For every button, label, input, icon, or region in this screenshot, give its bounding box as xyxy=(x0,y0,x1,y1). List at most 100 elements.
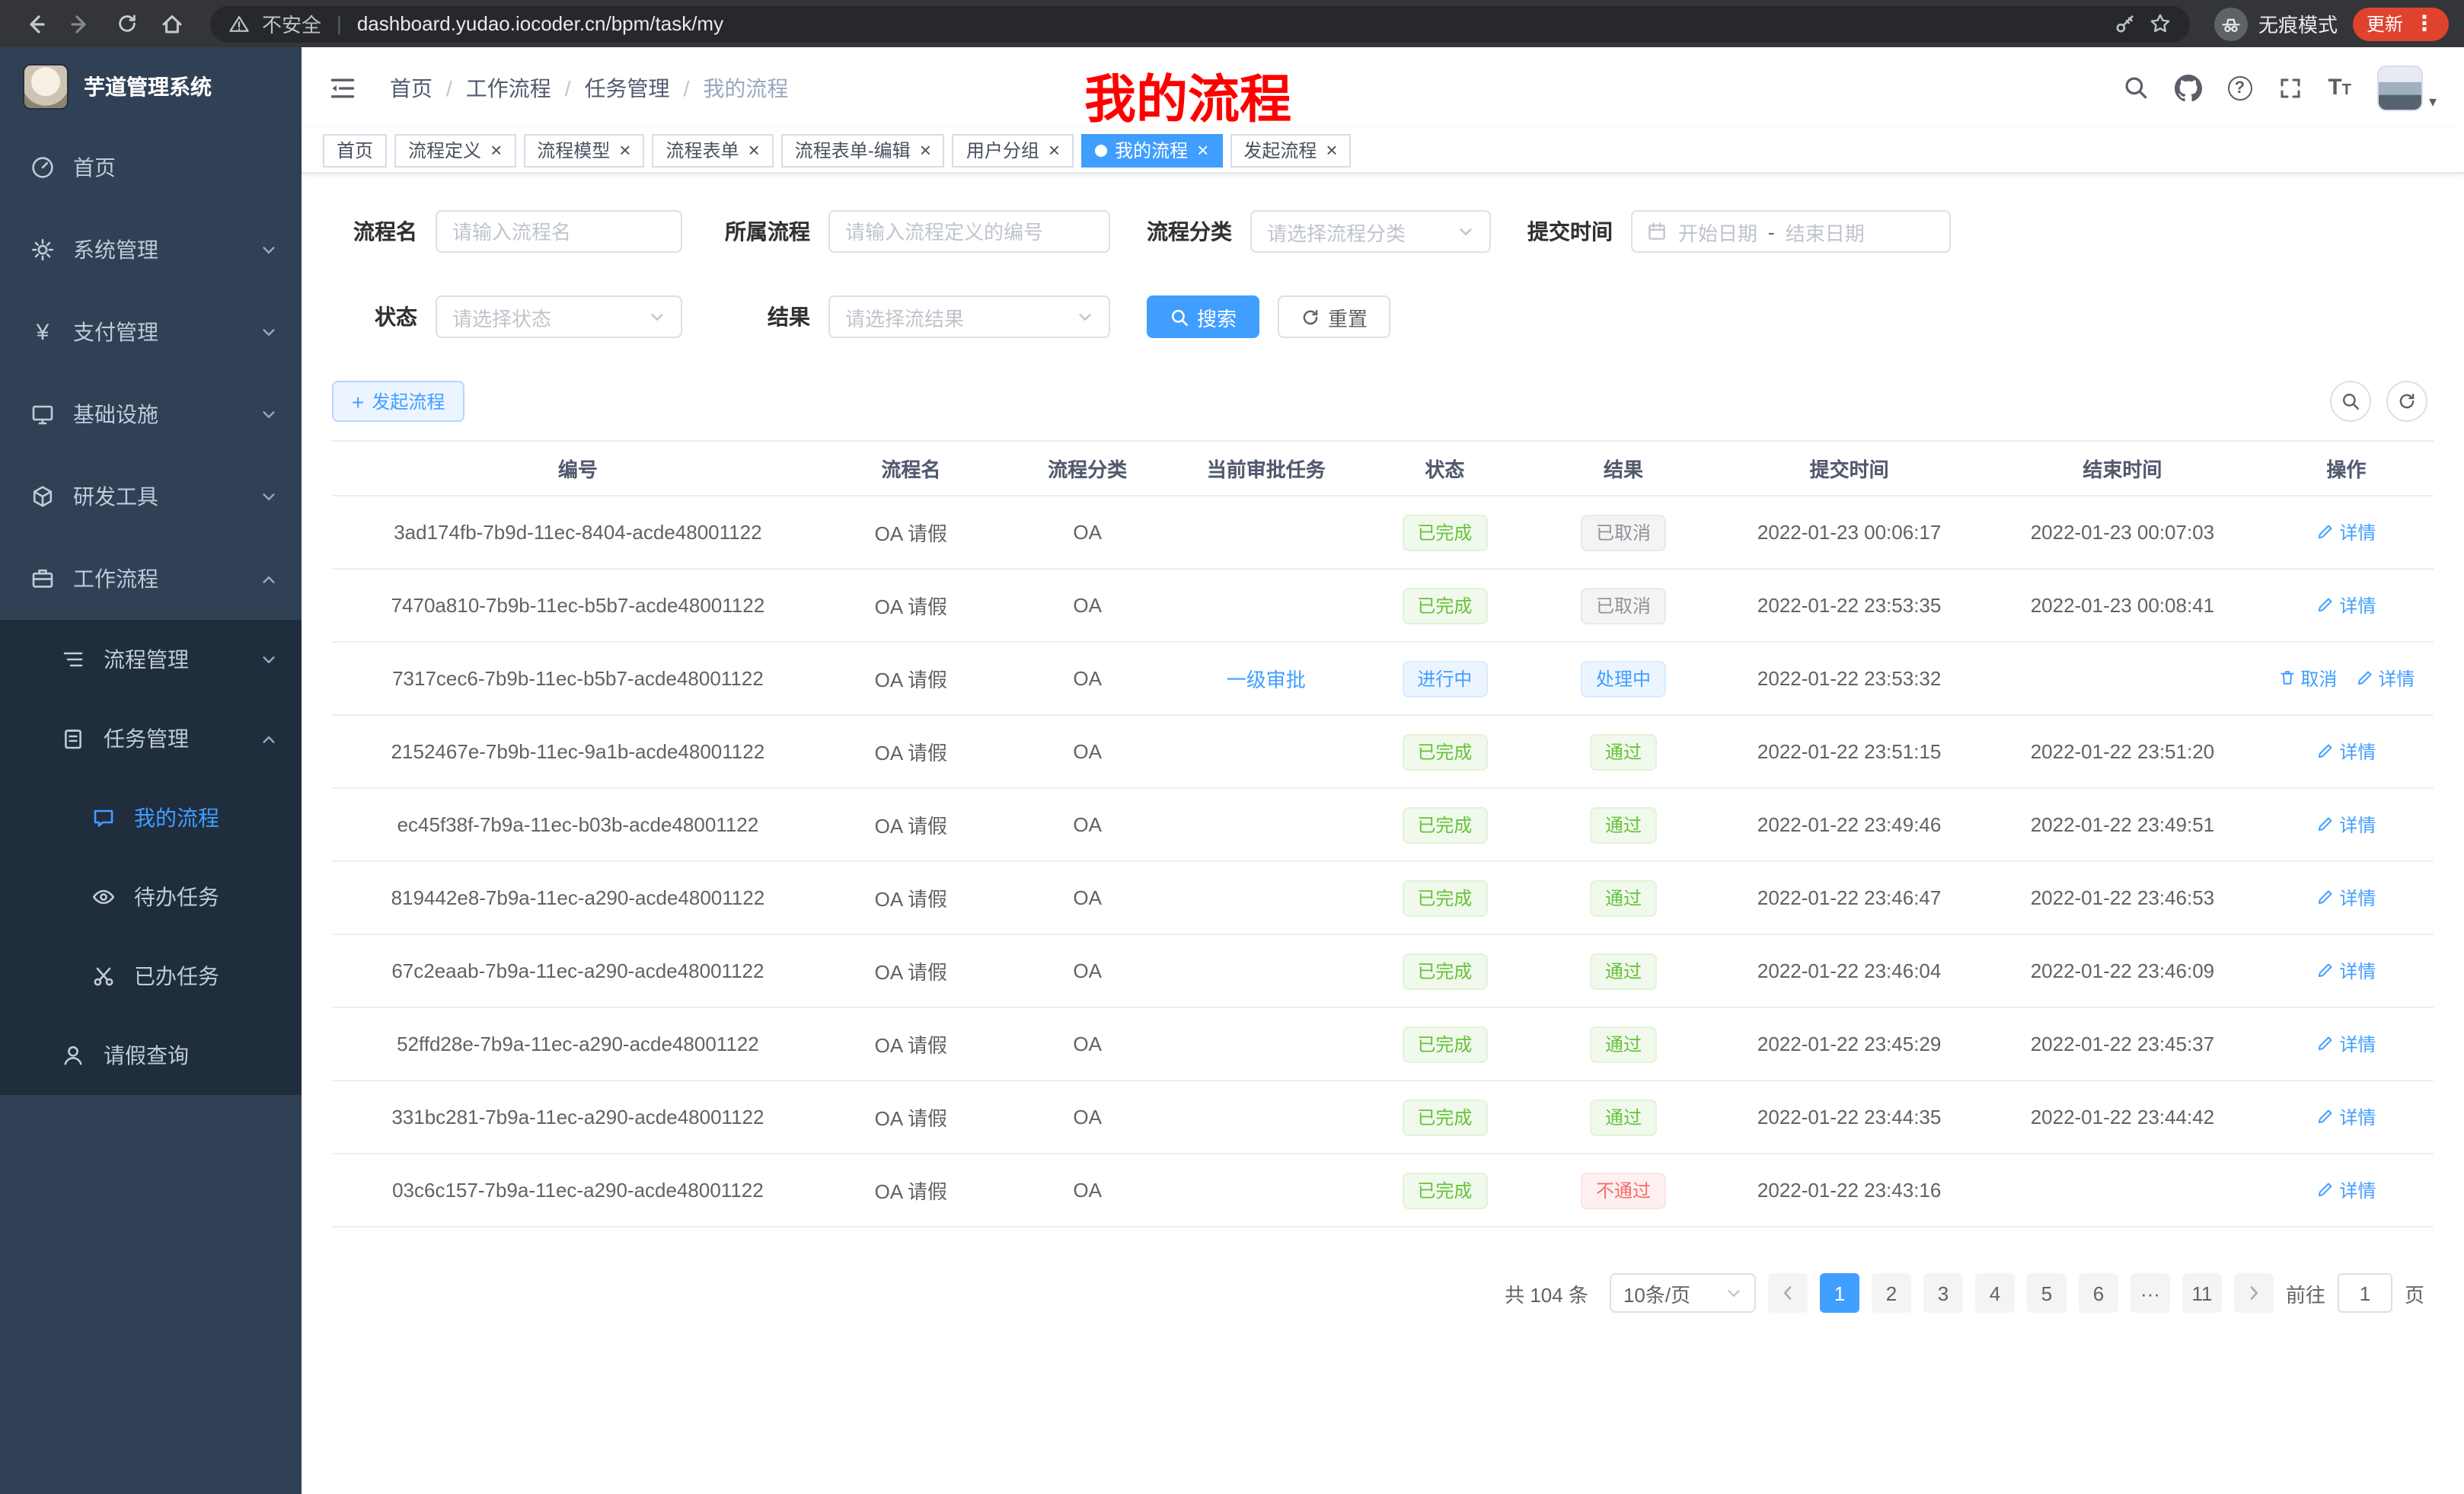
monitor-icon xyxy=(30,402,55,426)
sidebar-item-todo-task[interactable]: 待办任务 xyxy=(0,857,302,937)
table-body: 3ad174fb-7b9d-11ec-8404-acde48001122OA 请… xyxy=(332,496,2434,1227)
process-name-input[interactable] xyxy=(436,210,682,253)
tab-process-form-edit[interactable]: 流程表单-编辑× xyxy=(781,133,945,167)
tab-process-form[interactable]: 流程表单× xyxy=(652,133,773,167)
reload-icon[interactable] xyxy=(107,4,146,43)
sidebar-menu: 首页系统管理¥支付管理基础设施研发工具工作流程流程管理任务管理我的流程待办任务已… xyxy=(0,126,302,1095)
page-more[interactable]: ··· xyxy=(2130,1273,2170,1313)
status-select[interactable]: 请选择状态 xyxy=(436,295,682,338)
detail-link[interactable]: 详情 xyxy=(2316,592,2376,618)
submit-time-range[interactable]: 开始日期 - 结束日期 xyxy=(1631,210,1951,253)
back-icon[interactable] xyxy=(15,4,55,43)
category-select[interactable]: 请选择流程分类 xyxy=(1250,210,1491,253)
detail-link[interactable]: 详情 xyxy=(2316,739,2376,765)
total-count: 共 104 条 xyxy=(1505,1279,1588,1307)
sidebar-item-payment[interactable]: ¥支付管理 xyxy=(0,291,302,373)
goto-suffix: 页 xyxy=(2405,1279,2424,1307)
font-size-icon[interactable]: TT xyxy=(2328,75,2351,101)
breadcrumb-item[interactable]: 工作流程 xyxy=(466,72,551,103)
sidebar-item-home[interactable]: 首页 xyxy=(0,126,302,209)
sidebar-item-my-process[interactable]: 我的流程 xyxy=(0,778,302,857)
page-button-3[interactable]: 3 xyxy=(1923,1273,1963,1313)
user-menu[interactable]: ▾ xyxy=(2377,65,2437,110)
page-size-select[interactable]: 10条/页 xyxy=(1610,1273,1756,1313)
toggle-search-button[interactable] xyxy=(2330,381,2371,422)
close-icon[interactable]: × xyxy=(490,140,502,160)
detail-link[interactable]: 详情 xyxy=(2316,812,2376,838)
star-icon[interactable] xyxy=(2149,12,2172,35)
goto-page-input[interactable] xyxy=(2338,1273,2392,1313)
sidebar-item-leave-query[interactable]: 请假查询 xyxy=(0,1016,302,1095)
forward-icon[interactable] xyxy=(61,4,101,43)
submit-time: 2022-01-22 23:49:46 xyxy=(1757,813,1941,836)
page-button-6[interactable]: 6 xyxy=(2079,1273,2118,1313)
tab-process-definition[interactable]: 流程定义× xyxy=(394,133,515,167)
breadcrumb-item[interactable]: 任务管理 xyxy=(585,72,670,103)
status-tag: 已完成 xyxy=(1402,733,1487,770)
search-icon[interactable] xyxy=(2122,75,2148,101)
tab-start-process[interactable]: 发起流程× xyxy=(1230,133,1351,167)
cancel-link[interactable]: 取消 xyxy=(2277,666,2337,691)
dashboard-icon xyxy=(30,155,55,180)
page-button-1[interactable]: 1 xyxy=(1820,1273,1859,1313)
refresh-button[interactable] xyxy=(2386,381,2427,422)
detail-link[interactable]: 详情 xyxy=(2316,958,2376,984)
close-icon[interactable]: × xyxy=(1326,140,1337,160)
tab-process-model[interactable]: 流程模型× xyxy=(523,133,644,167)
detail-link[interactable]: 详情 xyxy=(2316,1104,2376,1130)
process-definition-input[interactable] xyxy=(828,210,1110,253)
close-icon[interactable]: × xyxy=(1048,140,1060,160)
help-icon[interactable]: ? xyxy=(2227,75,2252,100)
sidebar-item-infrastructure[interactable]: 基础设施 xyxy=(0,373,302,455)
create-process-button[interactable]: + 发起流程 xyxy=(332,381,464,422)
table-row: 331bc281-7b9a-11ec-a290-acde48001122OA 请… xyxy=(332,1081,2434,1154)
page-button-5[interactable]: 5 xyxy=(2027,1273,2067,1313)
menu-kebab-icon[interactable]: ⋮ xyxy=(2414,11,2435,37)
address-bar[interactable]: 不安全 | dashboard.yudao.iocoder.cn/bpm/tas… xyxy=(210,5,2190,42)
detail-link[interactable]: 详情 xyxy=(2316,885,2376,911)
home-icon[interactable] xyxy=(152,4,192,43)
next-page-button[interactable] xyxy=(2234,1273,2274,1313)
result-tag: 不通过 xyxy=(1581,1172,1666,1208)
close-icon[interactable]: × xyxy=(748,140,760,160)
process-category: OA xyxy=(1073,1179,1102,1202)
prev-page-button[interactable] xyxy=(1768,1273,1808,1313)
page-button-4[interactable]: 4 xyxy=(1975,1273,2015,1313)
close-icon[interactable]: × xyxy=(920,140,931,160)
result-tag: 通过 xyxy=(1590,733,1657,770)
sidebar-item-process-mgmt[interactable]: 流程管理 xyxy=(0,620,302,699)
sidebar-item-system[interactable]: 系统管理 xyxy=(0,209,302,291)
close-icon[interactable]: × xyxy=(619,140,630,160)
sidebar-item-workflow[interactable]: 工作流程 xyxy=(0,538,302,620)
end-time: 2022-01-22 23:51:20 xyxy=(2031,740,2214,763)
filter-result-label: 结果 xyxy=(719,302,810,332)
tab-my-process[interactable]: 我的流程× xyxy=(1081,133,1222,167)
current-task-link[interactable]: 一级审批 xyxy=(1227,669,1306,691)
avatar[interactable] xyxy=(2377,65,2423,110)
sidebar-item-done-task[interactable]: 已办任务 xyxy=(0,937,302,1016)
detail-link[interactable]: 详情 xyxy=(2316,1177,2376,1203)
detail-link[interactable]: 详情 xyxy=(2316,519,2376,545)
process-category: OA xyxy=(1073,886,1102,909)
close-icon[interactable]: × xyxy=(1197,140,1208,160)
search-button[interactable]: 搜索 xyxy=(1147,295,1259,338)
sidebar-item-devtools[interactable]: 研发工具 xyxy=(0,455,302,538)
result-select[interactable]: 请选择流结果 xyxy=(828,295,1110,338)
status-tag: 已完成 xyxy=(1402,1099,1487,1135)
column-header: 结束时间 xyxy=(1986,454,2259,483)
column-header: 结果 xyxy=(1534,454,1713,483)
sidebar-item-task-mgmt[interactable]: 任务管理 xyxy=(0,699,302,778)
detail-link[interactable]: 详情 xyxy=(2355,666,2415,691)
fullscreen-icon[interactable] xyxy=(2277,75,2302,100)
tab-home[interactable]: 首页 xyxy=(323,133,387,167)
page-button-11[interactable]: 11 xyxy=(2182,1273,2222,1313)
reset-button[interactable]: 重置 xyxy=(1278,295,1390,338)
hamburger-icon[interactable] xyxy=(329,74,356,101)
update-button[interactable]: 更新 ⋮ xyxy=(2353,7,2449,40)
tab-user-group[interactable]: 用户分组× xyxy=(953,133,1074,167)
detail-link[interactable]: 详情 xyxy=(2316,1031,2376,1057)
github-icon[interactable] xyxy=(2174,74,2201,101)
page-button-2[interactable]: 2 xyxy=(1872,1273,1911,1313)
breadcrumb-item[interactable]: 首页 xyxy=(390,72,432,103)
key-icon[interactable] xyxy=(2114,12,2137,35)
